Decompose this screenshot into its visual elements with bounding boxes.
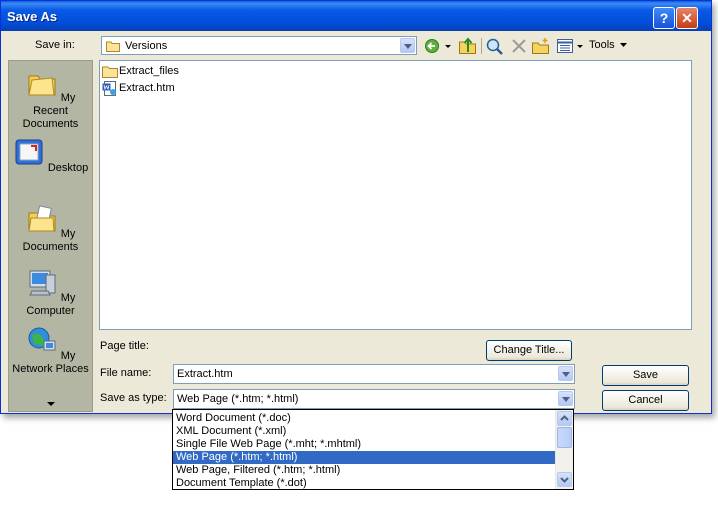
type-option[interactable]: Word Document (*.doc) [173, 412, 559, 425]
title-bar[interactable]: Save As ? ✕ [1, 1, 711, 31]
chevron-up-icon [560, 415, 569, 421]
desktop-icon [15, 139, 43, 165]
scroll-down-icon[interactable] [47, 402, 55, 407]
places-bar: My Recent Documents Desktop My Documents [8, 60, 93, 412]
scroll-down-button[interactable] [557, 472, 572, 487]
my-computer-icon [28, 270, 56, 296]
recent-documents-icon [28, 75, 56, 96]
tools-menu[interactable]: Tools [589, 39, 628, 51]
save-as-type-label: Save as type: [100, 392, 167, 404]
chevron-down-icon[interactable] [558, 391, 573, 406]
file-name: Extract_files [119, 65, 179, 77]
back-icon[interactable] [424, 37, 454, 55]
file-name-value: Extract.htm [177, 368, 233, 380]
dropdown-scrollbar[interactable] [555, 410, 573, 489]
up-folder-icon[interactable] [458, 37, 478, 55]
file-name: Extract.htm [119, 82, 175, 94]
chevron-down-icon[interactable] [558, 366, 573, 381]
cancel-button[interactable]: Cancel [602, 390, 689, 411]
new-folder-icon[interactable] [531, 37, 551, 55]
close-button[interactable]: ✕ [676, 7, 698, 29]
word-html-file-icon [102, 81, 116, 96]
tools-label: Tools [589, 39, 615, 51]
save-as-dialog: Save As ? ✕ Save in: Versions Tools My R… [0, 0, 712, 414]
save-in-label: Save in: [35, 39, 75, 51]
chevron-down-icon[interactable] [400, 38, 415, 53]
page-title-label: Page title: [100, 340, 149, 352]
type-option-selected[interactable]: Web Page (*.htm; *.html) [173, 451, 559, 464]
file-list[interactable]: Extract_files Extract.htm [99, 60, 692, 330]
place-network-places[interactable]: My Network Places [9, 325, 92, 376]
type-option[interactable]: Single File Web Page (*.mht; *.mhtml) [173, 438, 559, 451]
change-title-button[interactable]: Change Title... [486, 340, 572, 361]
delete-icon[interactable] [510, 37, 528, 55]
chevron-down-icon [619, 43, 627, 47]
views-icon[interactable] [556, 37, 586, 55]
place-my-documents[interactable]: My Documents [9, 203, 92, 254]
network-places-icon [28, 327, 56, 351]
place-recent-documents[interactable]: My Recent Documents [9, 67, 92, 131]
type-option[interactable]: XML Document (*.xml) [173, 425, 559, 438]
type-option[interactable]: Web Page, Filtered (*.htm; *.html) [173, 464, 559, 477]
save-in-combo[interactable]: Versions [101, 36, 417, 55]
place-my-computer[interactable]: My Computer [9, 267, 92, 318]
save-as-type-select[interactable]: Web Page (*.htm; *.html) [173, 389, 575, 409]
save-button[interactable]: Save [602, 365, 689, 386]
save-as-type-value: Web Page (*.htm; *.html) [177, 393, 299, 405]
scroll-thumb[interactable] [557, 427, 572, 448]
file-name-label: File name: [100, 367, 152, 379]
folder-icon [106, 41, 120, 52]
search-web-icon[interactable] [485, 37, 505, 55]
place-label: Desktop [47, 162, 89, 174]
scroll-up-button[interactable] [557, 411, 572, 426]
folder-icon [102, 66, 118, 78]
save-in-value: Versions [125, 40, 168, 52]
place-desktop[interactable]: Desktop [9, 137, 92, 175]
help-button[interactable]: ? [653, 7, 675, 29]
dialog-title: Save As [7, 9, 58, 24]
save-as-type-dropdown[interactable]: Word Document (*.doc) XML Document (*.xm… [172, 409, 574, 490]
type-option[interactable]: Document Template (*.dot) [173, 477, 559, 490]
my-documents-icon [28, 205, 56, 232]
chevron-down-icon [560, 477, 569, 483]
file-name-input[interactable]: Extract.htm [173, 364, 575, 384]
